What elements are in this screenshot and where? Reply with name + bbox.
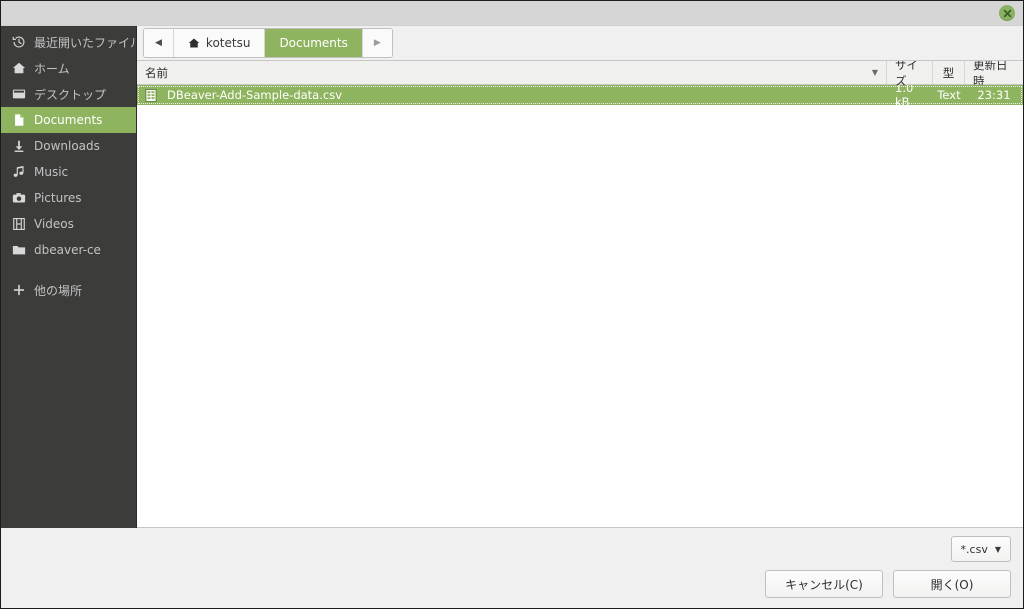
file-list-rows: DBeaver-Add-Sample-data.csv 1.0 kB Text … (137, 85, 1023, 527)
sidebar-item-label: 他の場所 (34, 283, 83, 298)
sidebar-item-videos[interactable]: Videos (1, 211, 136, 237)
breadcrumb-item-documents[interactable]: Documents (265, 29, 363, 57)
file-size-cell: 1.0 kB (895, 85, 914, 109)
table-row[interactable]: DBeaver-Add-Sample-data.csv 1.0 kB Text … (137, 85, 1023, 109)
sidebar-item-desktop[interactable]: デスクトップ (1, 81, 136, 107)
csv-file-icon (145, 88, 159, 102)
folder-icon (9, 243, 29, 257)
file-name-cell: DBeaver-Add-Sample-data.csv (137, 85, 887, 105)
column-header-label: 名前 (145, 65, 168, 80)
camera-icon (9, 191, 29, 205)
sidebar-item-documents[interactable]: Documents (1, 107, 136, 133)
music-note-icon (9, 165, 29, 179)
sidebar-item-downloads[interactable]: Downloads (1, 133, 136, 159)
sidebar-item-home[interactable]: ホーム (1, 55, 136, 81)
titlebar (1, 1, 1023, 26)
file-list-header: 名前 ▼ サイズ 型 更新日時 (137, 61, 1023, 88)
home-icon (188, 37, 200, 49)
file-filter-dropdown[interactable]: *.csv ▼ (950, 536, 1011, 562)
open-button[interactable]: 開く(O) (893, 570, 1011, 598)
download-icon (9, 139, 29, 153)
filter-row: *.csv ▼ (13, 536, 1011, 562)
sidebar-item-label: Music (34, 165, 69, 179)
plus-icon (9, 283, 29, 297)
desktop-icon (9, 87, 29, 101)
sidebar-item-music[interactable]: Music (1, 159, 136, 185)
file-filter-label: *.csv (960, 542, 988, 556)
file-chooser-dialog: 最近開いたファイル ホーム デスクトップ Documents Downloads… (0, 0, 1024, 609)
close-icon (1003, 9, 1011, 17)
sidebar-item-label: Documents (34, 113, 103, 127)
cancel-button[interactable]: キャンセル(C) (765, 570, 883, 598)
file-type-cell: Text (937, 88, 961, 102)
sidebar-item-label: Pictures (34, 191, 82, 205)
sidebar-item-label: 最近開いたファイル (34, 35, 137, 50)
chevron-down-icon: ▼ (994, 544, 1001, 554)
column-header-modified[interactable]: 更新日時 (965, 61, 1023, 88)
history-icon (9, 35, 29, 49)
chevron-left-icon: ◀ (155, 38, 162, 48)
breadcrumb: ◀ kotetsu Documents ▶ (143, 28, 393, 58)
chevron-right-icon: ▶ (373, 38, 381, 48)
file-name-label: DBeaver-Add-Sample-data.csv (167, 88, 342, 102)
close-button[interactable] (999, 5, 1015, 21)
dialog-body: 最近開いたファイル ホーム デスクトップ Documents Downloads… (1, 26, 1023, 528)
sidebar-item-label: Videos (34, 217, 74, 231)
path-forward-button[interactable]: ▶ (362, 29, 392, 57)
path-bar: ◀ kotetsu Documents ▶ (137, 26, 1023, 60)
action-buttons: キャンセル(C) 開く(O) (13, 570, 1011, 598)
column-header-label: 型 (942, 65, 955, 80)
path-back-button[interactable]: ◀ (144, 29, 174, 57)
breadcrumb-item-label: kotetsu (205, 36, 251, 50)
film-icon (9, 217, 29, 231)
file-browser-content: ◀ kotetsu Documents ▶ 名前 ▼ サイズ 型 更新日時 DB… (137, 26, 1023, 528)
sidebar-item-label: ホーム (34, 61, 70, 76)
sidebar-item-recent[interactable]: 最近開いたファイル (1, 29, 136, 55)
column-header-name[interactable]: 名前 ▼ (137, 61, 887, 84)
sidebar-item-dbeaver-ce[interactable]: dbeaver-ce (1, 237, 136, 263)
sort-descending-icon: ▼ (871, 68, 878, 77)
file-list: 名前 ▼ サイズ 型 更新日時 DBeaver-Add-Sample-data.… (137, 60, 1023, 528)
sidebar-item-other-locations[interactable]: 他の場所 (1, 277, 136, 303)
column-header-type[interactable]: 型 (933, 61, 965, 84)
breadcrumb-item-kotetsu[interactable]: kotetsu (173, 29, 266, 57)
breadcrumb-item-label: Documents (279, 36, 348, 50)
sidebar-item-label: デスクトップ (34, 87, 107, 102)
file-modified-cell: 23:31 (977, 88, 1011, 102)
sidebar-item-pictures[interactable]: Pictures (1, 185, 136, 211)
document-icon (9, 113, 29, 127)
home-icon (9, 61, 29, 75)
sidebar-item-label: Downloads (34, 139, 100, 153)
dialog-footer: *.csv ▼ キャンセル(C) 開く(O) (1, 528, 1023, 608)
column-header-size[interactable]: サイズ (887, 61, 933, 88)
sidebar-item-label: dbeaver-ce (34, 243, 101, 257)
places-sidebar: 最近開いたファイル ホーム デスクトップ Documents Downloads… (1, 26, 137, 528)
